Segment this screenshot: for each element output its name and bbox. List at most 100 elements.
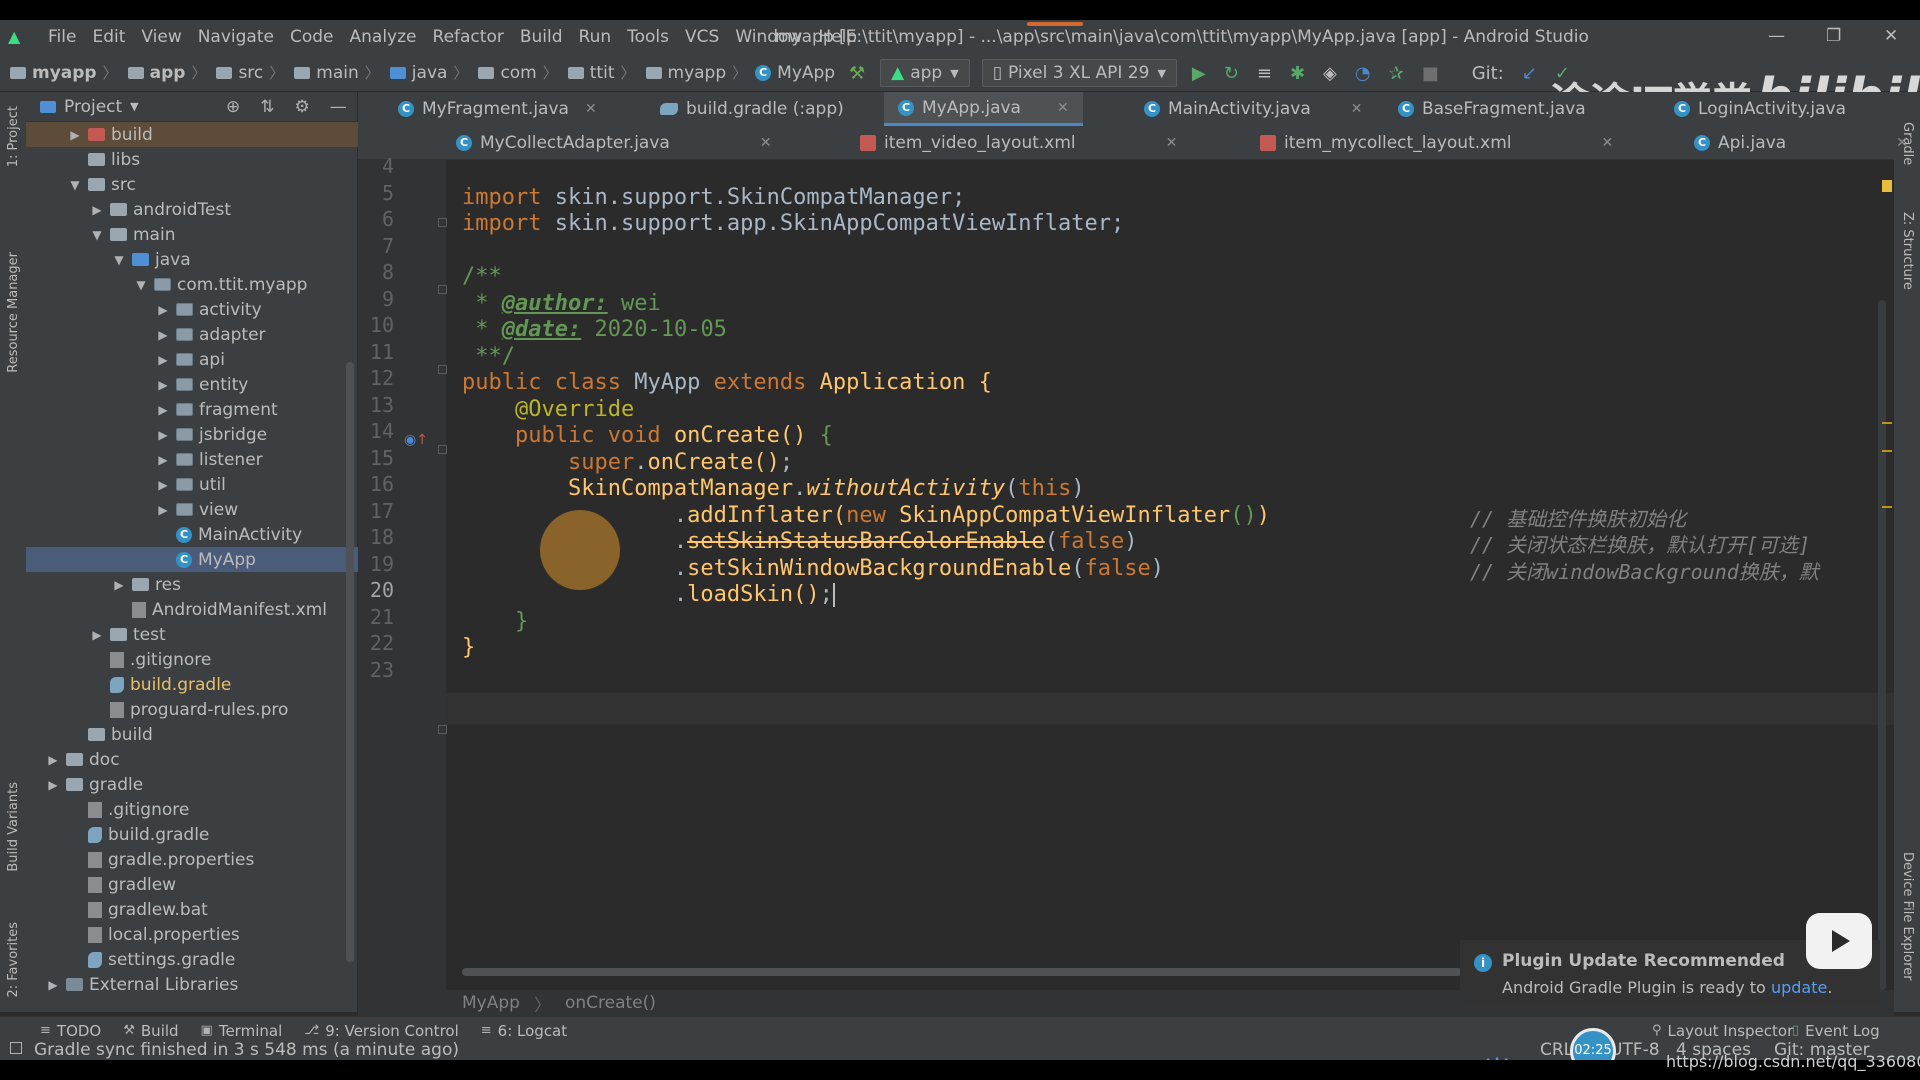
editor-breadcrumb-class[interactable]: MyApp [462,993,520,1013]
expand-right-icon[interactable]: ▶ [90,628,104,642]
tree-item[interactable]: ▶ test [26,622,358,647]
close-window-icon[interactable]: ✕ [1884,26,1898,46]
apply-changes-icon[interactable]: ↻ [1224,63,1239,84]
menu-navigate[interactable]: Navigate [190,27,282,47]
menu-view[interactable]: View [133,27,189,47]
tool-build-variants[interactable]: Build Variants [6,782,21,872]
tab-myfragment[interactable]: C MyFragment.java ✕ [398,92,597,126]
menu-build[interactable]: Build [512,27,571,47]
error-stripe-mark[interactable] [1882,422,1892,424]
expand-down-icon[interactable]: ▼ [134,278,148,292]
error-stripe-mark[interactable] [1882,506,1892,508]
tree-item[interactable]: ▼ java [26,247,358,272]
close-tab-icon[interactable]: ✕ [760,135,772,151]
tree-item[interactable]: ▶ activity [26,297,358,322]
expand-right-icon[interactable]: ▶ [90,203,104,217]
expand-right-icon[interactable]: ▶ [156,328,170,342]
tab-item-mycollect-layout[interactable]: item_mycollect_layout.xml ✕ [1260,126,1613,160]
fold-marker-icon[interactable] [438,218,447,227]
project-view-select[interactable]: Project [64,97,122,117]
expand-right-icon[interactable]: ▶ [156,478,170,492]
fold-marker-icon[interactable] [438,285,447,294]
minimize-icon[interactable]: — [1768,26,1785,46]
breadcrumb-com[interactable]: com 〉 [468,62,558,83]
tool-version-control[interactable]: ⎇ 9: Version Control [304,1022,459,1040]
gear-icon[interactable]: ⚙ [295,97,310,117]
fold-marker-icon[interactable] [438,365,447,374]
tool-layout-inspector[interactable]: ⚲ Layout Inspector [1652,1022,1793,1040]
code-editor[interactable]: 4 5 6 7 8 9 10 11 12 13 14 15 16 17 18 19 20 21 22 23 ◉↑ im… [358,154,1894,990]
tree-item[interactable]: ▶ External Libraries [26,972,358,997]
menu-run[interactable]: Run [571,27,620,47]
tree-item[interactable]: build.gradle [26,822,358,847]
expand-right-icon[interactable]: ▶ [112,578,126,592]
menu-file[interactable]: File [40,27,84,47]
tree-item[interactable]: .gitignore [26,647,358,672]
tab-mycollectadapter[interactable]: C MyCollectAdapter.java ✕ [456,126,772,160]
tree-item[interactable]: ▶ res [26,572,358,597]
update-link[interactable]: update [1771,978,1827,997]
tool-todo[interactable]: ≡ TODO [40,1022,101,1040]
tree-item[interactable]: ▶ androidTest [26,197,358,222]
project-scrollbar[interactable] [346,362,354,962]
fold-marker-icon[interactable] [438,725,447,734]
profile-icon[interactable]: ◔ [1355,63,1371,84]
tree-item[interactable]: proguard-rules.pro [26,697,358,722]
make-hammer-icon[interactable]: ⚒ [849,63,865,84]
menu-refactor[interactable]: Refactor [425,27,512,47]
breadcrumb-src[interactable]: src 〉 [206,62,284,83]
editor-breadcrumb-method[interactable]: onCreate() [565,993,656,1013]
tool-event-log[interactable]: ▯ Event Log [1792,1022,1880,1040]
tree-item[interactable]: ▶ jsbridge [26,422,358,447]
expand-right-icon[interactable]: ▶ [46,978,60,992]
expand-down-icon[interactable]: ▼ [68,178,82,192]
expand-right-icon[interactable]: ▶ [156,453,170,467]
expand-right-icon[interactable]: ▶ [156,378,170,392]
expand-right-icon[interactable]: ▶ [46,753,60,767]
tree-item[interactable]: ▶ view [26,497,358,522]
device-select[interactable]: ▯ Pixel 3 XL API 29 ▼ [981,59,1177,87]
tree-item[interactable]: ▶ api [26,347,358,372]
tool-logcat[interactable]: ≡ 6: Logcat [481,1022,567,1040]
run-config-select[interactable]: ▲ app ▼ [880,59,970,87]
tree-item[interactable]: gradlew.bat [26,897,358,922]
tree-item[interactable]: ▶ util [26,472,358,497]
tab-build-gradle-app[interactable]: build.gradle (:app)✕ [660,92,896,126]
close-tab-icon[interactable]: ✕ [1166,135,1178,151]
tree-item[interactable]: ▶ fragment [26,397,358,422]
expand-right-icon[interactable]: ▶ [156,353,170,367]
tree-item[interactable]: C MainActivity [26,522,358,547]
collapse-all-icon[interactable]: ⇅ [260,97,274,117]
override-method-icon[interactable]: ◉↑ [404,432,428,448]
tree-item[interactable]: ▶ listener [26,447,358,472]
tree-item[interactable]: build [26,722,358,747]
menu-tools[interactable]: Tools [619,27,677,47]
attach-debugger-icon[interactable]: ✰ [1389,63,1404,84]
expand-right-icon[interactable]: ▶ [156,303,170,317]
toggle-tool-windows-icon[interactable] [10,1042,22,1054]
tree-item[interactable]: ▶ doc [26,747,358,772]
expand-right-icon[interactable]: ▶ [46,778,60,792]
menu-edit[interactable]: Edit [84,27,133,47]
close-tab-icon[interactable]: ✕ [1351,101,1363,117]
chevron-down-icon[interactable]: ▼ [130,100,138,113]
breadcrumb-myapp[interactable]: myapp 〉 [0,62,118,83]
tree-item[interactable]: ▼ src [26,172,358,197]
stop-icon[interactable]: ■ [1422,63,1439,84]
run-icon[interactable]: ▶ [1192,63,1206,84]
tree-item[interactable]: ▶ adapter [26,322,358,347]
tree-item[interactable]: build.gradle [26,672,358,697]
close-tab-icon[interactable]: ✕ [1057,100,1069,116]
menu-vcs[interactable]: VCS [677,27,727,47]
tree-item[interactable]: settings.gradle [26,947,358,972]
tree-item[interactable]: gradle.properties [26,847,358,872]
breadcrumb-app[interactable]: app 〉 [118,62,206,83]
tab-myapp-active[interactable]: C MyApp.java ✕ [884,92,1083,126]
apply-code-changes-icon[interactable]: ≡ [1257,63,1272,84]
tree-item[interactable]: libs [26,147,358,172]
tree-item[interactable]: .gitignore [26,797,358,822]
menu-analyze[interactable]: Analyze [342,27,425,47]
tool-project[interactable]: 1: Project [6,106,21,167]
menu-code[interactable]: Code [282,27,342,47]
tree-item[interactable]: gradlew [26,872,358,897]
